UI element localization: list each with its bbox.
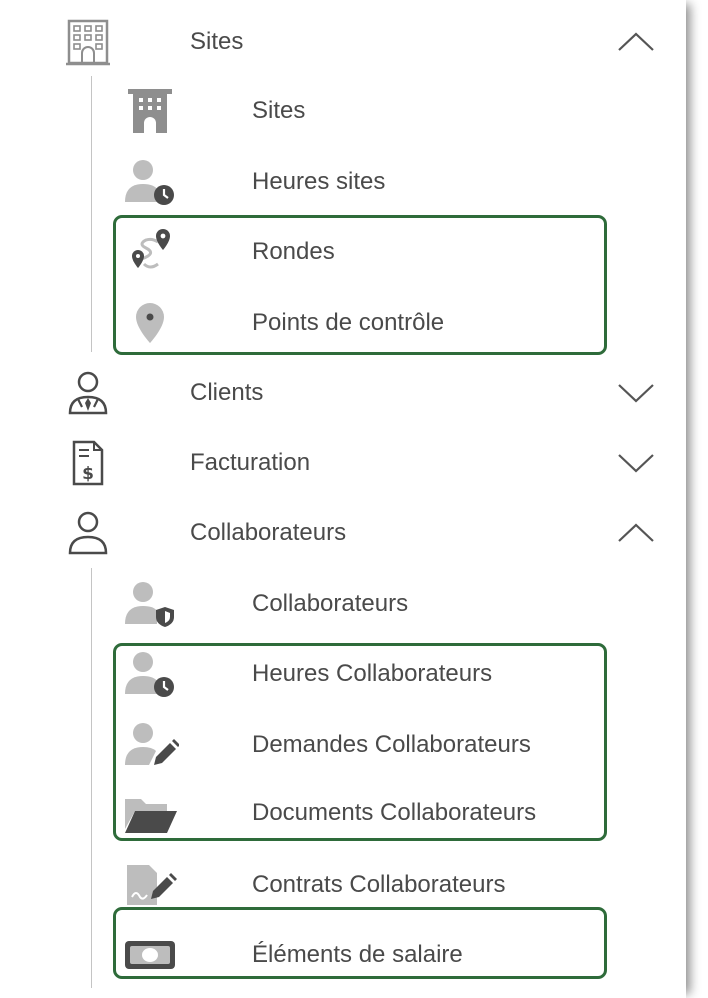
navigation-panel: Sites Sites Heures sites Rondes Points d… (0, 0, 686, 998)
submenu-item-label: Heures Collaborateurs (252, 660, 493, 687)
submenu-item-collaborateurs[interactable]: Collaborateurs (0, 571, 686, 637)
menu-item-collaborateurs[interactable]: Collaborateurs (0, 500, 686, 566)
submenu-item-heures-collaborateurs[interactable]: Heures Collaborateurs (0, 641, 686, 707)
submenu-item-label: Points de contrôle (252, 309, 445, 336)
menu-item-label: Sites (190, 28, 244, 55)
submenu-item-label: Heures sites (252, 168, 386, 195)
submenu-item-label: Rondes (252, 238, 335, 265)
client-tie-icon (56, 360, 120, 426)
chevron-down-icon[interactable] (610, 430, 662, 496)
chevron-up-icon[interactable] (610, 500, 662, 566)
user-clock-icon (118, 149, 182, 215)
submenu-item-label: Contrats Collaborateurs (252, 871, 506, 898)
folder-open-icon (118, 780, 182, 846)
chevron-down-icon[interactable] (610, 360, 662, 426)
user-shield-icon (118, 571, 182, 637)
menu-item-sites[interactable]: Sites (0, 9, 686, 75)
submenu-item-points-de-controle[interactable]: Points de contrôle (0, 290, 686, 356)
submenu-item-rondes[interactable]: Rondes (0, 219, 686, 285)
submenu-item-demandes-collaborateurs[interactable]: Demandes Collaborateurs (0, 712, 686, 778)
user-outline-icon (56, 500, 120, 566)
chevron-up-icon[interactable] (610, 9, 662, 75)
submenu-item-label: Documents Collaborateurs (252, 799, 537, 826)
submenu-item-label: Demandes Collaborateurs (252, 731, 531, 758)
submenu-item-sites[interactable]: Sites (0, 78, 686, 144)
user-clock-icon (118, 641, 182, 707)
invoice-dollar-icon: $ (56, 430, 120, 496)
submenu-item-heures-sites[interactable]: Heures sites (0, 149, 686, 215)
map-pin-icon (118, 290, 182, 356)
svg-text:$: $ (82, 464, 94, 484)
submenu-item-contrats-collaborateurs[interactable]: Contrats Collaborateurs (0, 852, 686, 918)
submenu-item-elements-de-salaire[interactable]: Éléments de salaire (0, 922, 686, 988)
money-bill-icon (118, 922, 182, 988)
building-grid-icon (56, 9, 120, 75)
menu-item-label: Clients (190, 379, 264, 406)
menu-item-clients[interactable]: Clients (0, 360, 686, 426)
building-icon (118, 78, 182, 144)
user-pen-icon (118, 712, 182, 778)
submenu-item-documents-collaborateurs[interactable]: Documents Collaborateurs (0, 780, 686, 846)
submenu-item-label: Éléments de salaire (252, 941, 463, 968)
menu-item-label: Collaborateurs (190, 519, 347, 546)
submenu-item-label: Collaborateurs (252, 590, 409, 617)
menu-item-facturation[interactable]: $ Facturation (0, 430, 686, 496)
route-icon (118, 219, 182, 285)
submenu-item-label: Sites (252, 97, 306, 124)
menu-item-label: Facturation (190, 449, 311, 476)
contract-sign-icon (118, 852, 182, 918)
